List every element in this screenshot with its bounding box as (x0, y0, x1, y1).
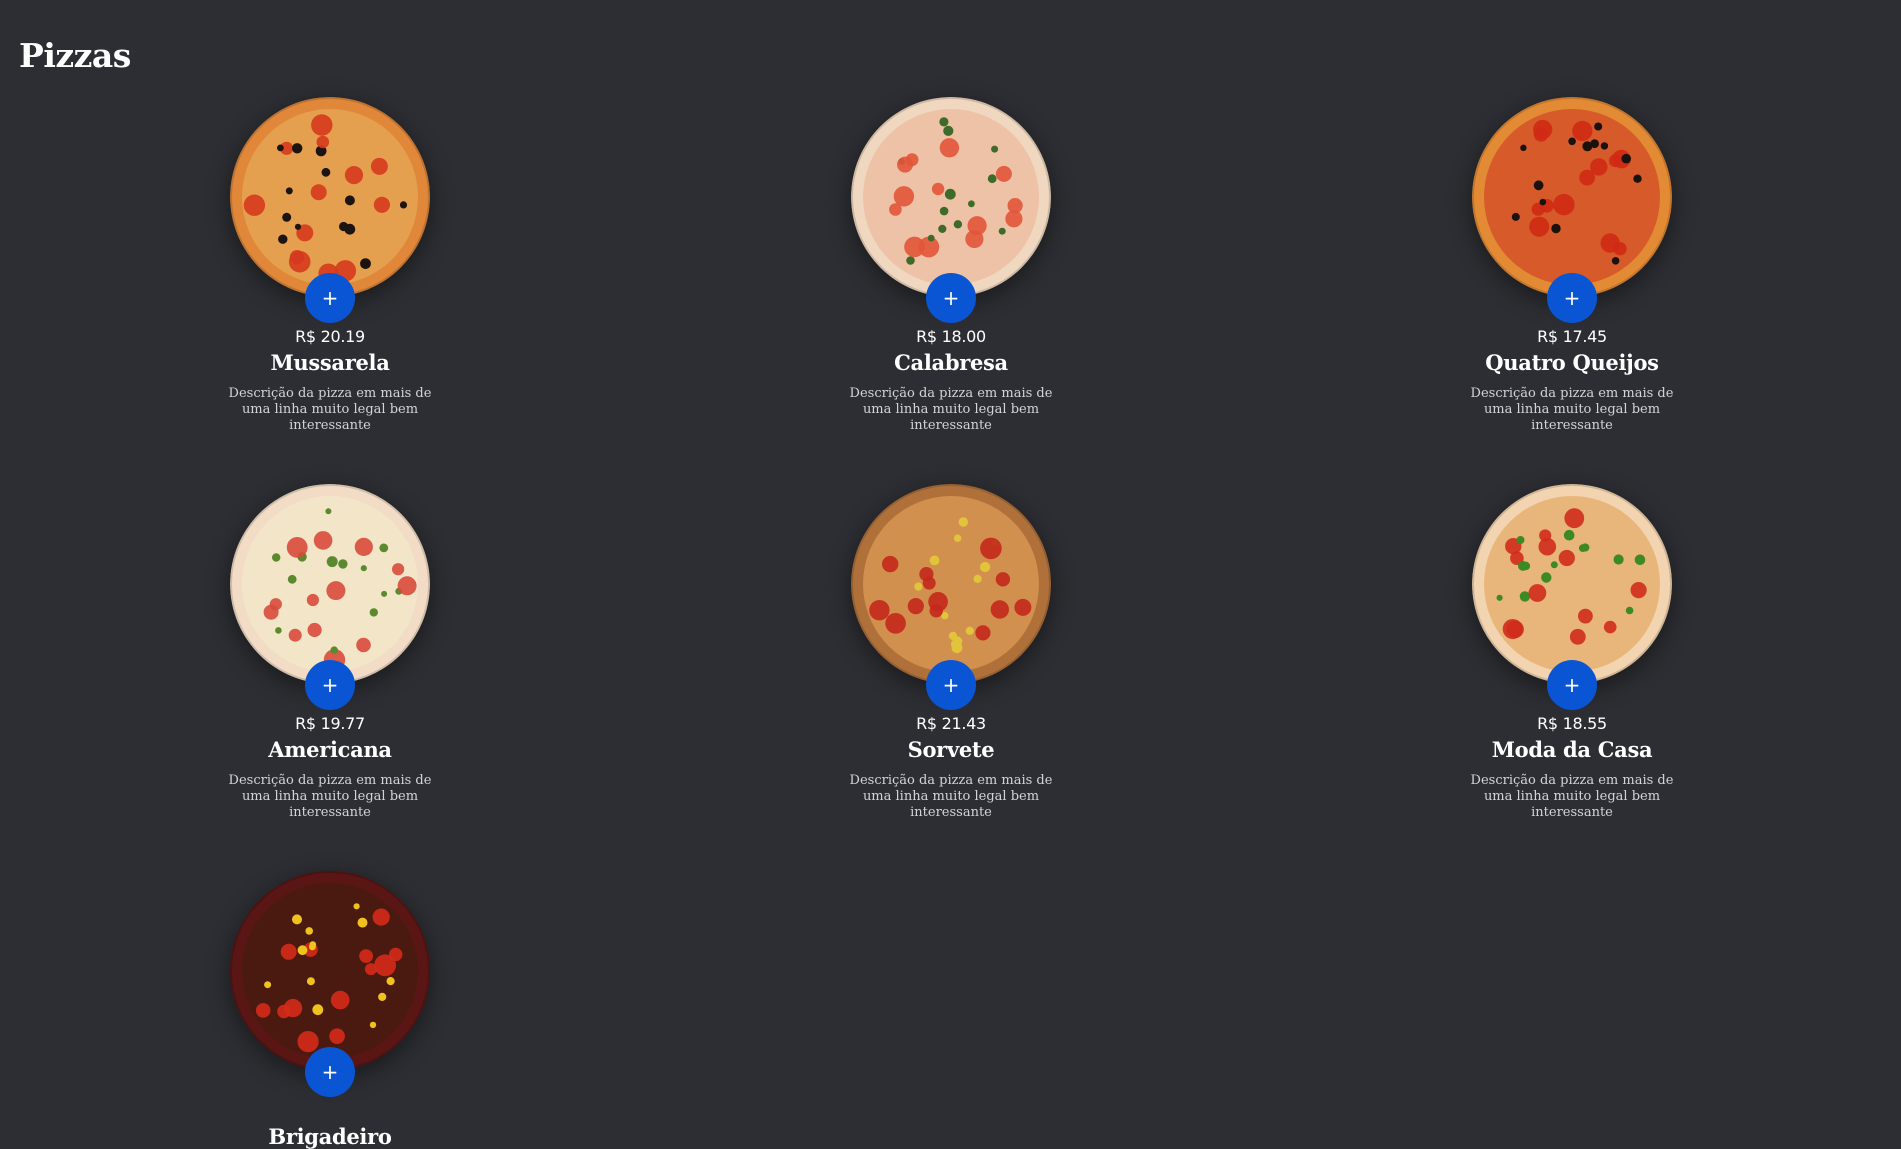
pizza-image (851, 97, 1051, 297)
pizza-description: Descrição da pizza em mais de uma linha … (849, 773, 1053, 820)
pizza-price: R$ 21.43 (916, 714, 986, 733)
pizza-description: Descrição da pizza em mais de uma linha … (228, 386, 432, 433)
pizza-price: R$ 17.45 (1537, 327, 1607, 346)
pizza-image (1472, 97, 1672, 297)
pizza-description: Descrição da pizza em mais de uma linha … (1470, 773, 1674, 820)
add-to-cart-button[interactable]: + (305, 1047, 355, 1097)
pizza-name: Brigadeiro (268, 1124, 392, 1149)
page-title: Pizzas (19, 36, 131, 75)
pizza-description: Descrição da pizza em mais de uma linha … (1470, 386, 1674, 433)
pizza-name: Sorvete (907, 737, 995, 762)
pizza-name: Quatro Queijos (1485, 350, 1659, 375)
pizza-image (851, 484, 1051, 684)
pizza-image (230, 484, 430, 684)
pizza-name: Mussarela (270, 350, 390, 375)
pizza-price: R$ 19.77 (295, 714, 365, 733)
pizza-price: R$ 18.55 (1537, 714, 1607, 733)
add-to-cart-button[interactable]: + (1547, 660, 1597, 710)
pizza-price: R$ 20.19 (295, 327, 365, 346)
add-to-cart-button[interactable]: + (305, 660, 355, 710)
add-to-cart-button[interactable]: + (305, 273, 355, 323)
add-to-cart-button[interactable]: + (926, 273, 976, 323)
pizza-image (1472, 484, 1672, 684)
pizza-name: Americana (268, 737, 392, 762)
pizza-description: Descrição da pizza em mais de uma linha … (849, 386, 1053, 433)
pizza-image (230, 97, 430, 297)
pizza-name: Moda da Casa (1491, 737, 1653, 762)
pizza-description: Descrição da pizza em mais de uma linha … (228, 773, 432, 820)
add-to-cart-button[interactable]: + (1547, 273, 1597, 323)
add-to-cart-button[interactable]: + (926, 660, 976, 710)
pizza-price: R$ 18.00 (916, 327, 986, 346)
pizza-name: Calabresa (894, 350, 1008, 375)
pizza-image (230, 871, 430, 1071)
